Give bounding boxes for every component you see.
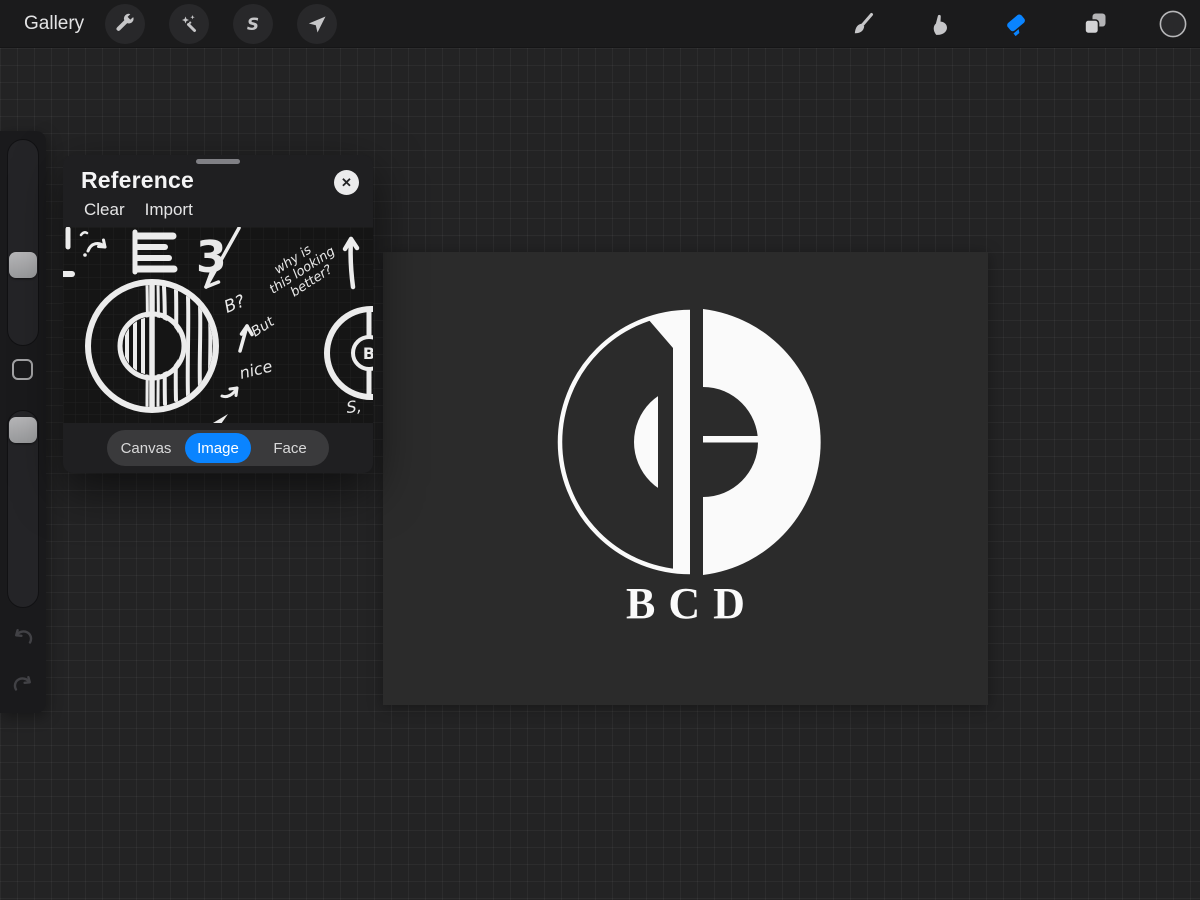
redo-button[interactable]: [7, 669, 39, 695]
eraser-icon: [1003, 10, 1031, 38]
sketch-badge-b: B: [363, 344, 373, 363]
reference-panel: Reference ✕ Clear Import: [63, 155, 373, 473]
transform-button[interactable]: [297, 4, 337, 44]
modify-button[interactable]: [12, 359, 33, 380]
wrench-icon: [113, 12, 137, 36]
side-toolbar: [0, 131, 46, 713]
actions-button[interactable]: [105, 4, 145, 44]
redo-icon: [7, 669, 39, 695]
reference-panel-header: Reference ✕ Clear Import: [63, 155, 373, 227]
adjustments-button[interactable]: [169, 4, 209, 44]
layers-icon: [1081, 10, 1109, 38]
eraser-tool-button[interactable]: [1003, 10, 1031, 38]
tab-face[interactable]: Face: [251, 430, 329, 466]
drag-handle[interactable]: [196, 159, 240, 164]
close-button[interactable]: ✕: [334, 170, 359, 195]
smudge-icon: [925, 10, 953, 38]
magic-wand-icon: [177, 12, 201, 36]
smudge-tool-button[interactable]: [925, 10, 953, 38]
tab-canvas[interactable]: Canvas: [107, 430, 185, 466]
logo-wordmark: BCD: [626, 579, 758, 628]
brush-size-slider[interactable]: [7, 139, 39, 346]
clear-button[interactable]: Clear: [84, 200, 125, 220]
top-toolbar: Gallery S: [0, 0, 1200, 48]
gallery-button[interactable]: Gallery: [24, 0, 84, 48]
undo-button[interactable]: [7, 622, 39, 648]
bcd-logo: BCD: [383, 252, 988, 705]
reference-image[interactable]: 3 why is this looking better? B? But nic…: [63, 227, 373, 423]
import-button[interactable]: Import: [145, 200, 193, 220]
reference-panel-title: Reference: [81, 167, 194, 194]
layers-button[interactable]: [1081, 10, 1109, 38]
opacity-slider[interactable]: [7, 410, 39, 608]
selection-s-icon: S: [241, 12, 265, 36]
transform-arrow-icon: [305, 12, 329, 36]
undo-icon: [7, 622, 39, 648]
brush-icon: [848, 10, 876, 38]
sketch-numeral: 3: [196, 232, 227, 283]
brush-size-handle[interactable]: [9, 252, 37, 278]
svg-text:S: S: [247, 15, 259, 35]
canvas-surface[interactable]: BCD: [383, 252, 988, 705]
app-window: Gallery S: [0, 0, 1200, 900]
tab-image[interactable]: Image: [185, 433, 251, 463]
color-circle-icon: [1159, 10, 1187, 38]
reference-tab-capsule: Canvas Image Face: [107, 430, 329, 466]
paint-tool-button[interactable]: [848, 10, 876, 38]
selection-button[interactable]: S: [233, 4, 273, 44]
sketch-signature: S,: [345, 396, 362, 416]
color-swatch-button[interactable]: [1159, 10, 1187, 38]
opacity-handle[interactable]: [9, 417, 37, 443]
reference-tab-strip: Canvas Image Face: [63, 423, 373, 473]
